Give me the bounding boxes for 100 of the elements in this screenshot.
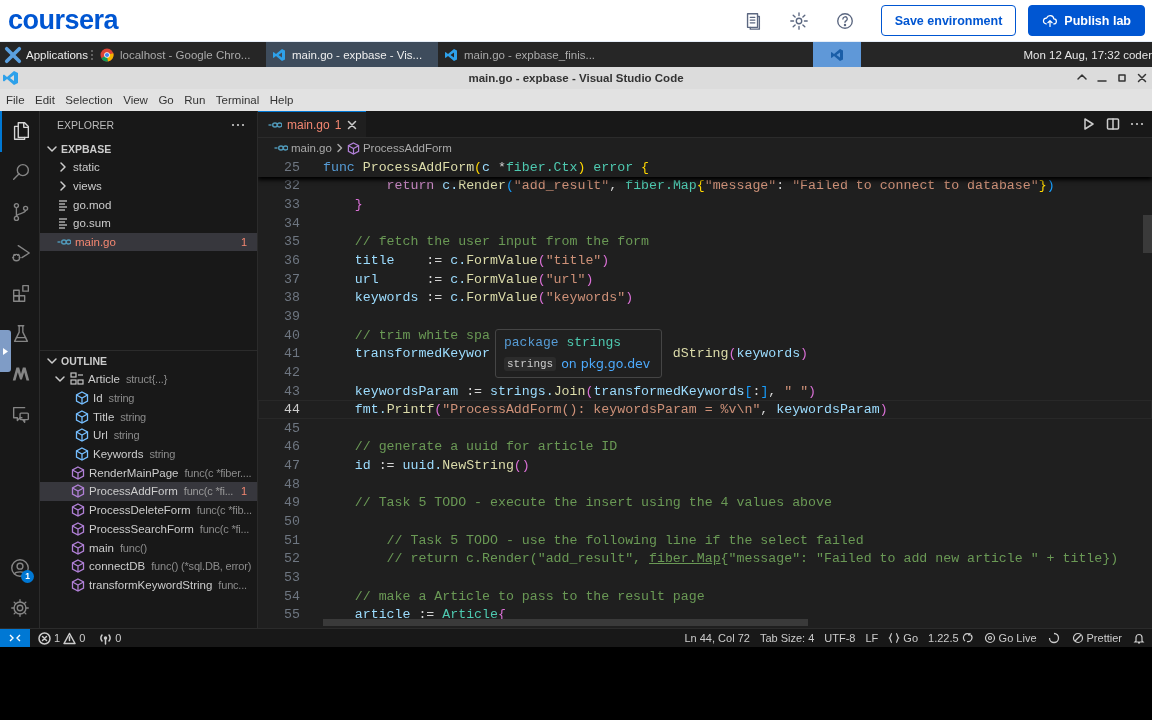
menu-item[interactable]: Help (263, 89, 298, 111)
cursor-position[interactable]: Ln 44, Col 72 (679, 632, 755, 644)
maximize-icon[interactable] (1116, 72, 1128, 84)
outline-item[interactable]: RenderMainPage func(c *fiber.... (40, 463, 257, 483)
help-icon[interactable] (834, 10, 855, 31)
side-panel-handle[interactable] (0, 330, 11, 372)
menu-item[interactable]: Edit (29, 89, 60, 111)
outline-item[interactable]: transformKeywordString func... (40, 575, 257, 595)
line-number: 33 (283, 197, 300, 213)
split-editor-icon[interactable] (1106, 117, 1120, 131)
more-icon[interactable] (231, 121, 245, 129)
outline-item[interactable]: ProcessDeleteForm func(c *fib... (40, 500, 257, 520)
breadcrumb-item[interactable]: main.go (291, 142, 332, 154)
struct-icon (70, 372, 84, 387)
code-line: } (353, 197, 363, 213)
code-line: fmt.Printf("ProcessAddForm(): keywordsParam = %v\n", keywordsParam) (353, 402, 888, 418)
line-number: 55 (283, 607, 300, 623)
method-cube-icon (71, 559, 85, 574)
section-header[interactable]: EXPBASE (40, 139, 257, 158)
language-mode[interactable]: Go (883, 632, 923, 644)
remote-arrows-icon (9, 632, 21, 644)
outline-item[interactable]: Id string (40, 388, 257, 408)
code-editor-logo-icon (272, 47, 286, 62)
close-icon[interactable] (1136, 72, 1148, 84)
docs-link[interactable]: on pkg.go.dev (561, 356, 651, 371)
horizontal-scrollbar-thumb[interactable] (323, 619, 808, 626)
outline-item[interactable]: main func() (40, 538, 257, 557)
outline-item[interactable]: connectDB func() (*sql.DB, error) (40, 556, 257, 576)
text-file-icon (57, 197, 69, 212)
menu-item[interactable]: Terminal (209, 89, 264, 111)
ports-button[interactable]: 0 (94, 631, 127, 645)
problems-button[interactable]: 1 0 (33, 631, 91, 645)
publish-button[interactable]: Publish lab (1028, 5, 1145, 36)
status-item[interactable]: Tab Size: 4 (754, 632, 820, 644)
applications-menu[interactable]: Applications (0, 42, 90, 67)
close-icon[interactable] (346, 118, 359, 131)
vertical-scrollbar-thumb[interactable] (1143, 215, 1152, 253)
grip-icon[interactable] (90, 47, 94, 62)
status-item[interactable]: UTF-8 (819, 632, 861, 644)
explorer-item[interactable]: views (40, 176, 257, 196)
outline-item[interactable]: ProcessSearchForm func(c *fi... (40, 519, 257, 539)
go-version[interactable]: 1.22.5 (923, 632, 979, 644)
prettier-button[interactable]: Prettier (1066, 632, 1127, 644)
x-logo-icon (4, 45, 22, 64)
save-button[interactable]: Save environment (880, 5, 1017, 36)
line-number: 51 (283, 532, 300, 548)
go-file-icon (274, 142, 288, 154)
chevron-right-icon (334, 143, 344, 153)
outline-item[interactable]: ProcessAddForm func(c *fi... 1 (40, 482, 257, 501)
taskbar-window[interactable]: localhost - Google Chro... (94, 42, 266, 67)
run-icon[interactable] (1082, 117, 1096, 131)
settings-icon[interactable] (788, 10, 809, 31)
code-line: return c.Render("add_result", fiber.Map{"message": "Failed to connect to database"}) (385, 178, 1055, 194)
bell-icon[interactable] (1133, 632, 1145, 644)
explorer-item[interactable]: static (40, 158, 257, 177)
section-header[interactable]: OUTLINE (40, 351, 257, 370)
loading-spinner-icon[interactable] (1047, 632, 1060, 644)
remote-button[interactable] (0, 629, 30, 647)
outline-item[interactable]: Article struct{...} (40, 370, 257, 389)
status-item[interactable]: LF (860, 632, 884, 644)
field-cube-icon (75, 447, 89, 462)
sync-icon (961, 632, 974, 644)
line-number: 37 (283, 271, 300, 287)
explorer-item[interactable]: main.go 1 (40, 232, 257, 252)
menu-item[interactable]: View (117, 89, 153, 111)
line-number: 44 (283, 402, 300, 418)
text-file-icon (57, 216, 69, 231)
line-number: 45 (283, 420, 300, 436)
code-line: // return c.Render("add_result", fiber.Map{"message": "Failed to add new article " + title}) (385, 551, 1119, 567)
problem-count: 1 (240, 236, 247, 249)
method-cube-icon (71, 540, 85, 555)
clock-text: Mon 12 Aug, 17:32 coder (1023, 48, 1152, 61)
method-cube-icon (71, 503, 85, 518)
taskbar-window[interactable]: main.go - expbase_finis... (438, 42, 610, 67)
menu-item[interactable]: Run (178, 89, 210, 111)
breadcrumb-item[interactable]: ProcessAddForm (362, 142, 452, 154)
tooltip-title: package strings (504, 334, 623, 352)
line-number: 54 (283, 588, 300, 604)
explorer-item[interactable]: go.sum (40, 214, 257, 233)
line-number: 49 (283, 495, 300, 511)
menu-item[interactable]: Go (152, 89, 179, 111)
line-number: 47 (283, 458, 300, 474)
field-cube-icon (75, 428, 89, 443)
code-line: // fetch the user input from the form (353, 234, 649, 250)
more-icon[interactable] (1130, 120, 1144, 128)
coursera-logo[interactable]: coursera (8, 5, 119, 36)
menu-item[interactable]: File (0, 89, 30, 111)
go-live-button[interactable]: Go Live (978, 632, 1042, 644)
code-editor-logo-icon (830, 47, 844, 62)
outline-item[interactable]: Url string (40, 426, 257, 445)
outline-item[interactable]: Title string (40, 407, 257, 427)
outline-item[interactable]: Keywords string (40, 444, 257, 464)
explorer-item[interactable]: go.mod (40, 195, 257, 215)
editor-tab[interactable]: main.go 1 (258, 111, 367, 137)
taskbar-window[interactable]: main.go - expbase - Vis... (266, 42, 438, 67)
line-number: 34 (283, 215, 300, 231)
account-icon[interactable] (8, 557, 31, 579)
line-number: 53 (283, 569, 300, 585)
menu-item[interactable]: Selection (59, 89, 118, 111)
settings-icon[interactable] (8, 597, 31, 619)
